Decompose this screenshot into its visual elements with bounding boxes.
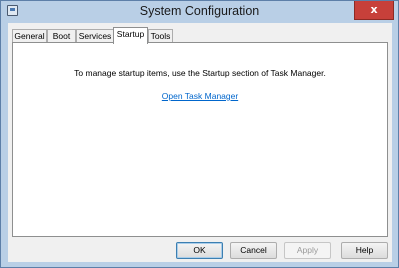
apply-button: Apply — [284, 242, 331, 259]
open-task-manager-link[interactable]: Open Task Manager — [13, 91, 387, 101]
window-title: System Configuration — [139, 4, 260, 18]
close-button[interactable]: x — [354, 1, 394, 20]
startup-message: To manage startup items, use the Startup… — [74, 68, 326, 78]
startup-panel: To manage startup items, use the Startup… — [12, 42, 388, 237]
tab-services[interactable]: Services — [76, 29, 114, 43]
system-configuration-window: System Configuration x General Boot Serv… — [0, 0, 399, 268]
tab-boot[interactable]: Boot — [47, 29, 76, 43]
close-icon: x — [370, 3, 378, 16]
dialog-body: General Boot Services Startup Tools To m… — [8, 23, 392, 262]
tab-tools[interactable]: Tools — [148, 29, 173, 43]
tab-general[interactable]: General — [12, 29, 47, 43]
ok-button[interactable]: OK — [176, 242, 223, 259]
title-bar[interactable]: System Configuration x — [1, 1, 398, 23]
help-button[interactable]: Help — [341, 242, 388, 259]
cancel-button[interactable]: Cancel — [230, 242, 277, 259]
tab-startup[interactable]: Startup — [113, 27, 148, 44]
